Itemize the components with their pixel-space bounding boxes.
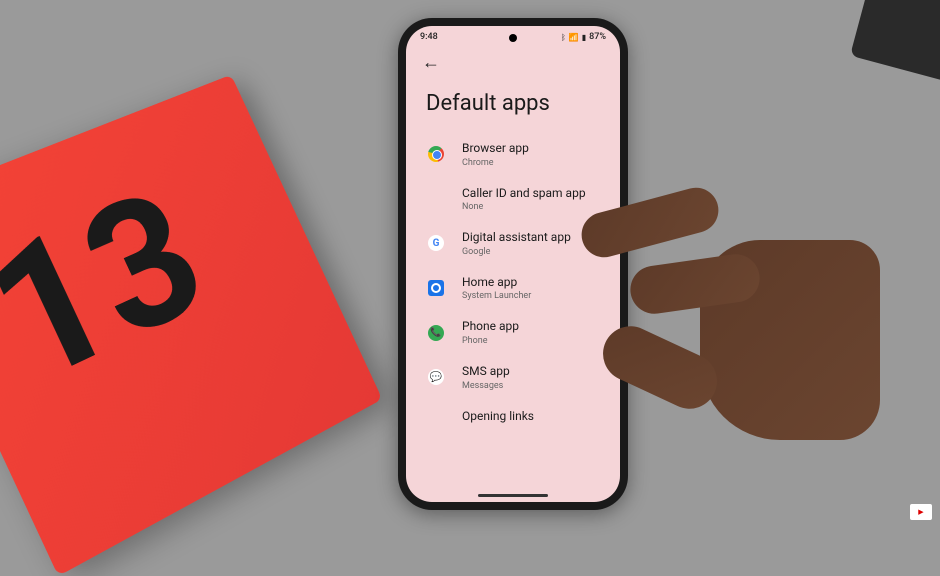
setting-title: Phone app (462, 319, 600, 335)
chrome-icon (426, 144, 446, 164)
setting-title: SMS app (462, 364, 600, 380)
setting-caller-id[interactable]: Caller ID and spam app None (410, 177, 616, 222)
setting-subtitle: Messages (462, 381, 600, 391)
setting-phone-app[interactable]: 📞 Phone app Phone (410, 310, 616, 355)
setting-subtitle: Google (462, 247, 600, 257)
setting-subtitle: System Launcher (462, 291, 600, 301)
phone-icon: 📞 (426, 323, 446, 343)
setting-browser-app[interactable]: Browser app Chrome (410, 132, 616, 177)
setting-subtitle: Chrome (462, 158, 600, 168)
signal-icon: 📶 (569, 33, 579, 42)
setting-title: Browser app (462, 141, 600, 157)
background-object (850, 0, 940, 81)
battery-percent: 87% (589, 32, 606, 42)
setting-title: Home app (462, 275, 600, 291)
setting-subtitle: Phone (462, 336, 600, 346)
setting-title: Caller ID and spam app (462, 186, 600, 202)
bluetooth-icon: ᛒ (561, 33, 566, 42)
setting-title: Digital assistant app (462, 230, 600, 246)
battery-icon: ▮ (582, 33, 586, 42)
camera-hole (509, 34, 517, 42)
setting-home-app[interactable]: Home app System Launcher (410, 266, 616, 311)
status-time: 9:48 (420, 32, 438, 42)
setting-title: Opening links (462, 409, 600, 425)
page-title: Default apps (406, 77, 620, 132)
product-box: 13 (0, 75, 382, 576)
home-launcher-icon (426, 278, 446, 298)
back-arrow-icon[interactable]: ← (422, 52, 440, 73)
messages-icon: 💬 (426, 367, 446, 387)
setting-sms-app[interactable]: 💬 SMS app Messages (410, 355, 616, 400)
home-indicator[interactable] (478, 494, 548, 497)
phone-screen: 9:48 ᛒ 📶 ▮ 87% ← Default apps Browser ap… (406, 26, 620, 502)
setting-digital-assistant[interactable]: G Digital assistant app Google (410, 221, 616, 266)
setting-opening-links[interactable]: Opening links (410, 400, 616, 434)
settings-list: Browser app Chrome Caller ID and spam ap… (406, 132, 620, 433)
watermark: ▶ (910, 504, 932, 520)
setting-subtitle: None (462, 202, 600, 212)
header: ← (406, 44, 620, 77)
google-icon: G (426, 233, 446, 253)
box-number: 13 (0, 150, 232, 427)
phone-device: 9:48 ᛒ 📶 ▮ 87% ← Default apps Browser ap… (398, 18, 628, 510)
